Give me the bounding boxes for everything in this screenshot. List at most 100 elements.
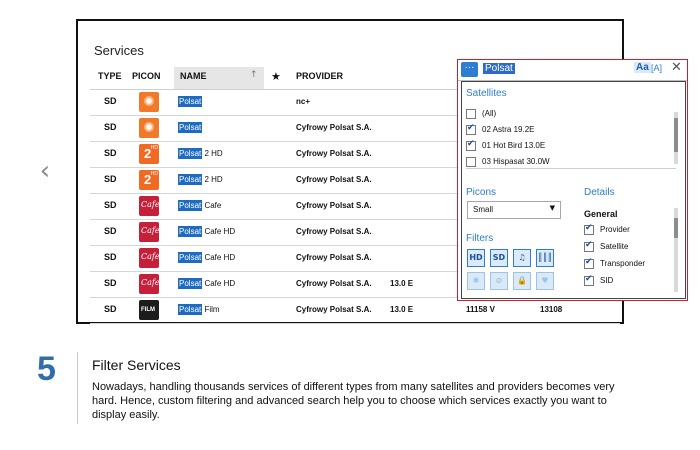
channel-picon [139,118,159,138]
type-cell: SD [104,226,117,236]
satellite-label: 03 Hispasat 30.0W [482,157,550,166]
filters-title: Filters [466,233,494,244]
provider-cell: Cyfrowy Polsat S.A. [296,149,372,158]
position-cell: 13.0 E [390,279,414,288]
provider-cell: Cyfrowy Polsat S.A. [296,123,372,132]
provider-cell: Cyfrowy Polsat S.A. [296,253,372,262]
match-case-toggle[interactable]: Aa [634,62,651,73]
snowflake-icon[interactable]: ✱ [467,272,485,290]
satellite-label: (All) [482,109,497,118]
column-provider[interactable]: PROVIDER [296,71,343,81]
satellite-label: 02 Astra 19.2E [482,125,535,134]
sid-cell: 13108 [540,305,563,314]
divider [77,352,78,424]
details-title: Details [584,187,615,198]
channel-picon: Cafe [139,222,159,242]
music-icon[interactable]: ♫ [513,249,531,267]
channel-picon: Cafe [139,248,159,268]
column-type[interactable]: TYPE [98,71,122,81]
name-cell: Polsat 2 HD [178,174,223,185]
hd-icon[interactable]: HD [467,249,485,267]
provider-cell: Cyfrowy Polsat S.A. [296,201,372,210]
name-cell: Polsat Film [178,304,220,315]
column-name-label: NAME [180,71,207,81]
channel-picon: 2 HD [139,144,159,164]
favorite-star-icon[interactable]: ★ [271,70,281,83]
filter-panel: Satellites (All) 02 Astra 19.2E 01 Hot Bir… [461,81,686,299]
frequency-cell: 11158 V [466,305,495,314]
column-name[interactable]: NAME ↑ [174,67,264,89]
whole-word-toggle[interactable]: [A] [651,63,662,73]
previous-arrow-icon[interactable]: ‹ [34,158,56,184]
checkbox[interactable] [466,123,476,135]
type-cell: SD [104,304,117,314]
provider-cell: Cyfrowy Polsat S.A. [296,227,372,236]
channel-picon: Cafe [139,196,159,216]
type-cell: SD [104,200,117,210]
provider-cell: nc+ [296,97,311,106]
detail-label: Transponder [600,259,646,268]
column-picon[interactable]: PICON [132,71,161,81]
type-cell: SD [104,252,117,262]
details-scrollbar[interactable] [674,208,678,292]
search-match-highlight: Polsat [178,252,203,263]
search-match-highlight: Polsat [178,278,203,289]
name-cell: Polsat Cafe HD [178,252,236,263]
window-title: Services [94,43,144,58]
barcode-icon[interactable]: ║║║ [536,249,554,267]
position-cell: 13.0 E [390,305,414,314]
sd-icon[interactable]: SD [490,249,508,267]
checkbox[interactable] [466,139,476,151]
search-bar: ··· Polsat Aa [A] ✕ [458,60,687,81]
blocked-icon[interactable]: ⊘ [490,272,508,290]
services-window: Services TYPE PICON NAME ↑ ★ PROVIDER SD… [76,19,688,324]
lock-icon[interactable]: 🔒 [513,272,531,290]
provider-cell: Cyfrowy Polsat S.A. [296,305,372,314]
channel-picon: FILM [139,300,159,320]
channel-picon [139,92,159,112]
section-description: Nowadays, handling thousands services of… [92,381,615,421]
details-group-title: General [584,209,618,219]
satellites-scrollbar[interactable] [674,112,678,164]
search-match-highlight: Polsat [178,96,203,107]
name-cell: Polsat Cafe HD [178,278,236,289]
search-match-highlight: Polsat [178,174,203,185]
satellite-label: 01 Hot Bird 13.0E [482,141,546,150]
provider-cell: Cyfrowy Polsat S.A. [296,175,372,184]
search-match-highlight: Polsat [178,148,203,159]
type-cell: SD [104,122,117,132]
filter-popup: ··· Polsat Aa [A] ✕ Satellites (All) 02 A… [457,59,688,301]
close-icon[interactable]: ✕ [671,60,682,75]
type-cell: SD [104,148,117,158]
search-input[interactable]: Polsat [483,63,515,74]
section-title: Filter Services [92,357,181,373]
type-cell: SD [104,96,117,106]
checkbox[interactable] [584,274,594,286]
search-match-highlight: Polsat [178,122,203,133]
search-match-highlight: Polsat [178,200,203,211]
picons-title: Picons [466,187,497,198]
channel-picon: 2 HD [139,170,159,190]
checkbox[interactable] [466,109,476,119]
sort-ascending-icon: ↑ [250,70,258,80]
name-cell: Polsat Cafe [178,200,222,211]
table-row[interactable]: SD FILM Polsat Film Cyfrowy Polsat S.A. 13.0… [90,297,620,324]
satellites-title: Satellites [466,88,507,99]
more-options-button[interactable]: ··· [461,62,478,77]
picons-size-select[interactable]: Small ▼ [467,201,561,219]
detail-label: SID [600,276,614,285]
name-cell: Polsat [178,122,203,133]
checkbox[interactable] [466,157,476,167]
name-cell: Polsat Cafe HD [178,226,236,237]
name-cell: Polsat [178,96,203,107]
channel-picon: Cafe [139,274,159,294]
step-number: 5 [37,350,56,388]
checkbox[interactable] [584,257,594,269]
detail-label: Satellite [600,242,629,251]
search-match-highlight: Polsat [178,304,203,315]
shield-icon[interactable]: ♥ [536,272,554,290]
search-match-highlight: Polsat [178,226,203,237]
checkbox[interactable] [584,240,594,252]
checkbox[interactable] [584,223,594,235]
detail-label: Provider [600,225,630,234]
